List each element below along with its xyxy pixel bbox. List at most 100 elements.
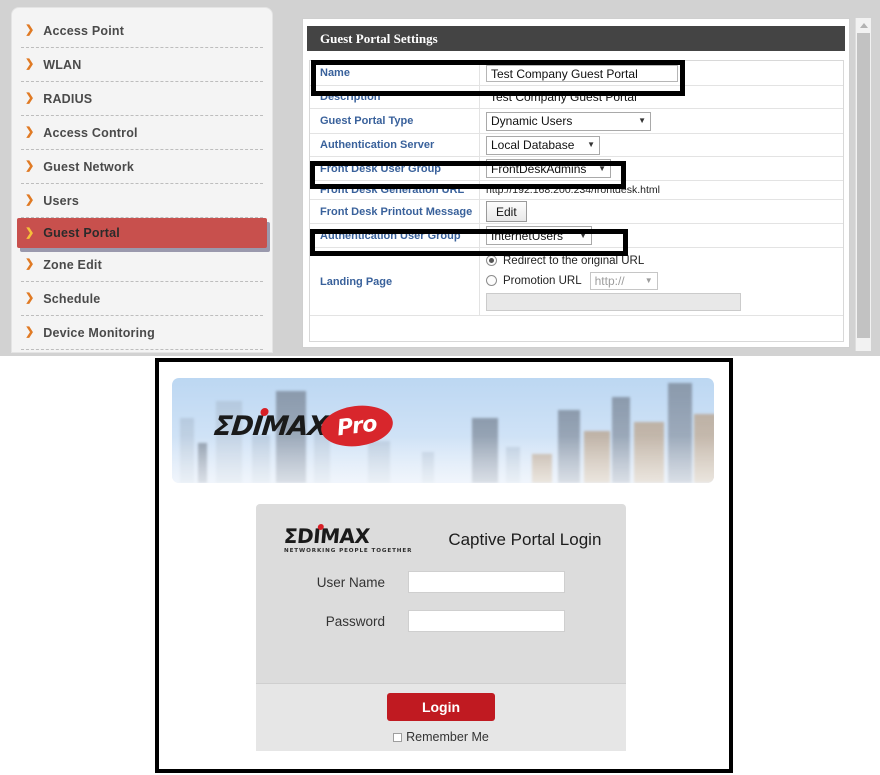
sidebar-item-device-monitoring[interactable]: ❯ Device Monitoring (21, 316, 263, 350)
sidebar-item-label: Schedule (43, 291, 101, 306)
sidebar-item-label: Guest Network (43, 159, 135, 174)
password-input[interactable] (408, 610, 565, 632)
sidebar-item-label: Users (43, 193, 79, 208)
promotion-option-label: Promotion URL (503, 274, 582, 287)
admin-console-area: ❯ Access Point ❯ WLAN ❯ RADIUS ❯ Access … (0, 0, 880, 356)
form-row-name: Name Test Company Guest Portal (310, 61, 843, 86)
chevron-right-icon: ❯ (25, 194, 35, 206)
form-row-front-desk-printout-message: Front Desk Printout Message Edit (310, 200, 843, 224)
description-label: Description (310, 86, 480, 108)
front-desk-user-group-select[interactable]: FrontDeskAdmins ▼ (486, 159, 611, 178)
edimax-pro-logo: ΣDIMAX Pro (212, 401, 396, 451)
redirect-option-label: Redirect to the original URL (503, 254, 645, 267)
captive-portal-title: Captive Portal Login (448, 530, 602, 549)
form-row-description: Description Test Company Guest Portal (310, 86, 843, 109)
name-input[interactable]: Test Company Guest Portal (486, 64, 678, 82)
form-row-front-desk-generation-url: Front Desk Generation URL http://192.168… (310, 181, 843, 200)
front-desk-generation-url-label: Front Desk Generation URL (310, 181, 480, 199)
chevron-right-icon: ❯ (25, 326, 35, 338)
chevron-right-icon: ❯ (25, 226, 35, 239)
remember-me-row[interactable]: Remember Me (393, 730, 489, 744)
guest-portal-type-select[interactable]: Dynamic Users ▼ (486, 111, 651, 131)
panel-scrollbar[interactable] (855, 18, 871, 351)
sidebar-item-label: Device Monitoring (43, 325, 155, 340)
username-input[interactable] (408, 571, 565, 593)
edimax-logo: ΣDIMAX NETWORKING PEOPLE TOGETHER (282, 524, 413, 554)
page-title: Guest Portal Settings (307, 26, 845, 51)
pro-badge-label: Pro (336, 411, 379, 441)
scrollbar-thumb[interactable] (857, 33, 870, 338)
front-desk-generation-url-value: http://192.168.200.234/frontdesk.html (486, 184, 660, 196)
password-label: Password (325, 613, 385, 629)
promotion-url-input[interactable] (486, 293, 741, 311)
chevron-right-icon: ❯ (25, 58, 35, 70)
chevron-down-icon: ▼ (598, 163, 606, 173)
form-row-front-desk-user-group: Front Desk User Group FrontDeskAdmins ▼ (310, 157, 843, 181)
promotion-scheme-value: http:// (594, 273, 625, 288)
sidebar-item-radius[interactable]: ❯ RADIUS (21, 82, 263, 116)
sidebar-navigation: ❯ Access Point ❯ WLAN ❯ RADIUS ❯ Access … (12, 8, 272, 352)
form-row-authentication-user-group: Authentication User Group InternetUsers … (310, 224, 843, 248)
landing-page-redirect-option[interactable]: Redirect to the original URL (486, 252, 652, 269)
username-label: User Name (316, 574, 385, 590)
login-button[interactable]: Login (387, 693, 495, 721)
sidebar-item-zone-edit[interactable]: ❯ Zone Edit (21, 248, 263, 282)
promotion-scheme-select[interactable]: http:// ▼ (589, 271, 658, 290)
front-desk-user-group-value: FrontDeskAdmins (491, 161, 587, 176)
brand-wordmark: ΣDIMAX (212, 407, 329, 442)
sidebar-item-guest-network[interactable]: ❯ Guest Network (21, 150, 263, 184)
sidebar-item-label: WLAN (43, 57, 82, 72)
guest-portal-settings-panel: Guest Portal Settings Name Test Company … (302, 18, 850, 348)
radio-promotion-url[interactable] (486, 275, 497, 286)
remember-me-checkbox[interactable] (393, 732, 403, 742)
username-row: User Name (256, 571, 626, 593)
chevron-right-icon: ❯ (25, 292, 35, 304)
remember-me-label: Remember Me (406, 730, 489, 744)
sidebar-item-users[interactable]: ❯ Users (21, 184, 263, 218)
landing-page-promotion-option[interactable]: Promotion URL http:// ▼ (486, 271, 658, 290)
authentication-server-label: Authentication Server (310, 134, 480, 156)
sidebar-item-access-control[interactable]: ❯ Access Control (21, 116, 263, 150)
form-row-authentication-server: Authentication Server Local Database ▼ (310, 134, 843, 157)
edimax-tagline: NETWORKING PEOPLE TOGETHER (284, 548, 413, 554)
description-input[interactable]: Test Company Guest Portal (486, 88, 678, 106)
chevron-right-icon: ❯ (25, 160, 35, 172)
login-card: ΣDIMAX NETWORKING PEOPLE TOGETHER Captiv… (256, 504, 626, 751)
landing-page-label: Landing Page (310, 248, 480, 315)
sidebar-item-label: Guest Portal (43, 226, 120, 240)
scroll-up-button[interactable] (856, 18, 871, 32)
authentication-server-select[interactable]: Local Database ▼ (486, 135, 600, 155)
sidebar-item-label: Access Point (43, 23, 125, 38)
captive-portal-preview: ΣDIMAX Pro ΣDIMAX NETWORKING PEOPLE TOGE… (155, 358, 733, 773)
authentication-user-group-select[interactable]: InternetUsers ▼ (486, 226, 592, 245)
edimax-wordmark: ΣDIMAX (282, 524, 371, 548)
chevron-down-icon: ▼ (638, 116, 646, 125)
front-desk-printout-message-label: Front Desk Printout Message (310, 200, 480, 223)
chevron-down-icon: ▼ (579, 230, 587, 240)
chevron-right-icon: ❯ (25, 258, 35, 270)
login-card-header: ΣDIMAX NETWORKING PEOPLE TOGETHER Captiv… (256, 504, 626, 554)
sidebar-item-label: Zone Edit (43, 257, 102, 272)
form-row-guest-portal-type: Guest Portal Type Dynamic Users ▼ (310, 109, 843, 134)
edit-printout-message-button[interactable]: Edit (486, 201, 527, 222)
pro-badge: Pro (319, 401, 396, 451)
authentication-server-value: Local Database (491, 138, 575, 152)
form-row-landing-page: Landing Page Redirect to the original UR… (310, 248, 843, 316)
chevron-right-icon: ❯ (25, 24, 35, 36)
portal-banner: ΣDIMAX Pro (172, 378, 714, 483)
sidebar-item-label: Access Control (43, 125, 138, 140)
chevron-down-icon: ▼ (644, 275, 653, 285)
sidebar-item-access-point[interactable]: ❯ Access Point (21, 14, 263, 48)
authentication-user-group-value: InternetUsers (491, 228, 564, 243)
chevron-down-icon: ▼ (587, 140, 595, 149)
authentication-user-group-label: Authentication User Group (310, 224, 480, 247)
guest-portal-type-value: Dynamic Users (491, 114, 573, 128)
sidebar-item-schedule[interactable]: ❯ Schedule (21, 282, 263, 316)
chevron-right-icon: ❯ (25, 92, 35, 104)
sidebar-item-wlan[interactable]: ❯ WLAN (21, 48, 263, 82)
radio-redirect-original-url[interactable] (486, 255, 497, 266)
triangle-up-icon (859, 22, 868, 28)
sidebar-item-guest-portal[interactable]: ❯ Guest Portal (17, 218, 267, 248)
brand-dot-icon (260, 407, 269, 416)
password-row: Password (256, 610, 626, 632)
